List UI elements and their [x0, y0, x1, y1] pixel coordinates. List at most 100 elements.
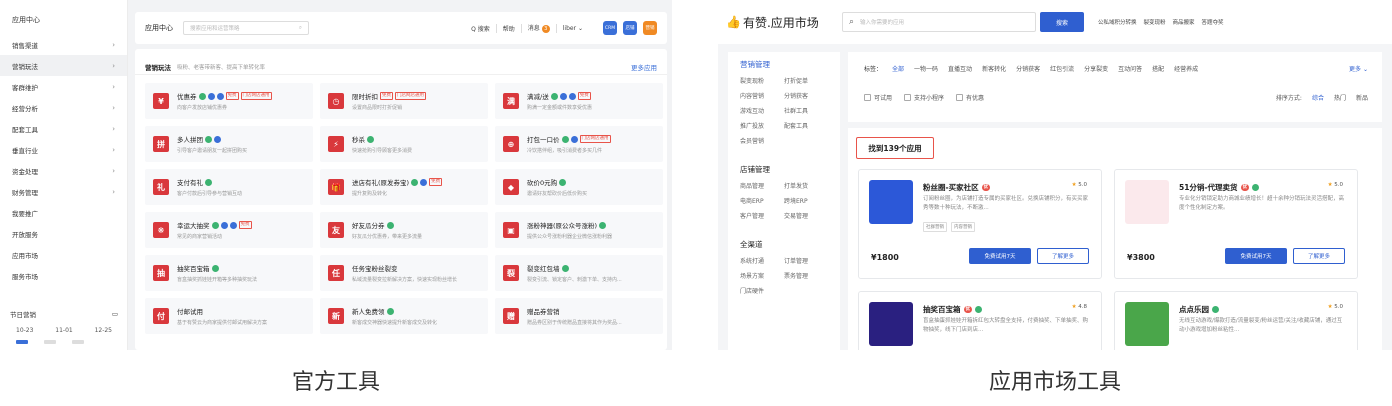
category-item[interactable]: 系统打通	[740, 256, 784, 265]
filter-checkbox[interactable]: 有优惠	[956, 93, 984, 102]
free-trial-button[interactable]: 免费试用7天	[1225, 248, 1287, 264]
user-menu[interactable]: liber ⌄	[563, 25, 583, 32]
festival-date[interactable]: 12-25	[95, 327, 112, 334]
sidebar-item[interactable]: 配套工具 ›	[0, 118, 127, 139]
app-card[interactable]: ▣ 涨粉神器(原公众号涨粉) 提供公众号涨粉利器企业微信涨粉利器	[495, 212, 663, 248]
tag-filter-option[interactable]: 新客转化	[982, 64, 1006, 73]
app-card[interactable]: 新新人免费领 新客成交神器快速提升新客成交及转化	[320, 298, 488, 334]
app-card[interactable]: ¥ 优惠券 免费 门店网店通用 向客户发放店铺优惠券	[145, 83, 313, 119]
category-item[interactable]: 票务管理	[784, 271, 828, 280]
more-tags-toggle[interactable]: 更多 ⌄	[1349, 64, 1368, 73]
messages-link[interactable]: 消息 3	[528, 23, 550, 33]
store-icon[interactable]: 店铺	[623, 21, 637, 35]
tag-filter-option[interactable]: 分销获客	[1016, 64, 1040, 73]
learn-more-button[interactable]: 了解更多	[1037, 248, 1089, 264]
app-card[interactable]: 付付邮试用 基于有赞云为商家提供付邮试用解决方案	[145, 298, 313, 334]
category-item[interactable]: 客户管理	[740, 211, 784, 220]
category-item[interactable]: 订单管理	[784, 256, 828, 265]
sidebar-item[interactable]: 销售渠道 ›	[0, 34, 127, 55]
category-item[interactable]: 社群工具	[784, 106, 828, 115]
category-title[interactable]: 全渠道	[740, 232, 840, 250]
category-item[interactable]: 裂变现粉	[740, 76, 784, 85]
tag-filter-option[interactable]: 分享裂变	[1084, 64, 1108, 73]
category-item[interactable]: 分销获客	[784, 91, 828, 100]
category-title[interactable]: 店铺管理	[740, 157, 840, 175]
category-title[interactable]: 营销管理	[740, 52, 840, 70]
app-card[interactable]: 抽抽奖百宝箱 盲盒抽奖抓娃娃开箱等多种抽奖玩法	[145, 255, 313, 291]
tag-filter-option[interactable]: 一物一码	[914, 64, 938, 73]
sidebar-item[interactable]: 财务管理 ›	[0, 181, 127, 202]
market-app-card[interactable]: 抽奖百宝箱优 ★ 4.8 盲盒抽蛋抓娃娃开箱拆红包大转盘全支持，付费抽奖、下单抽奖、…	[858, 291, 1102, 350]
category-item[interactable]: 打单发货	[784, 181, 828, 190]
category-item[interactable]: 推广投放	[740, 121, 784, 130]
category-item[interactable]: 游戏互动	[740, 106, 784, 115]
more-apps-link[interactable]: 更多应用	[631, 62, 657, 72]
sidebar-item[interactable]: 开放服务	[0, 223, 127, 244]
crm-icon[interactable]: CRM	[603, 21, 617, 35]
app-search-input[interactable]: 搜索应用和运营策略 ⌕	[183, 21, 309, 35]
sidebar-item[interactable]: 经营分析 ›	[0, 97, 127, 118]
tag-filter-option[interactable]: 互动问答	[1118, 64, 1142, 73]
tag-filter-option[interactable]: 全部	[892, 64, 904, 73]
app-card[interactable]: 满满减/送 免费 购满一定金额或件数享受优惠	[495, 83, 663, 119]
sidebar-item[interactable]: 资金处理 ›	[0, 160, 127, 181]
search-link[interactable]: Q 搜索	[471, 24, 490, 33]
app-card[interactable]: ◷ 限时折扣 免费 门店网店通用 设置商品限时打折促销	[320, 83, 488, 119]
festival-date[interactable]: 10-23	[16, 327, 33, 334]
category-item[interactable]: 内容营销	[740, 91, 784, 100]
sidebar-item[interactable]: 我要推广	[0, 202, 127, 223]
sidebar-item[interactable]: 垂直行业 ›	[0, 139, 127, 160]
app-card[interactable]: ⚡ 秒杀 快速抢购引导顾客更多消费	[320, 126, 488, 162]
help-link[interactable]: 帮助	[503, 24, 515, 33]
hot-search-link[interactable]: 答题夺奖	[1202, 18, 1224, 26]
app-card[interactable]: 赠赠品券营销 赠品券区别于传统赠品直接将其作为奖品...	[495, 298, 663, 334]
app-card[interactable]: 任任务宝粉丝裂变 私域流量裂变拉新解决方案，快速实现粉丝增长	[320, 255, 488, 291]
app-card[interactable]: 礼支付有礼 客户付款后引导参与营销互动	[145, 169, 313, 205]
sort-option[interactable]: 新品	[1356, 93, 1368, 102]
market-app-desc: 订阅粉丝圈，为店铺打造专属的买家社区。兑换店铺积分，有买买家秀等数十种玩法，不断…	[923, 196, 1089, 211]
tag-filter-option[interactable]: 直播互动	[948, 64, 972, 73]
learn-more-button[interactable]: 了解更多	[1293, 248, 1345, 264]
app-card[interactable]: ⊕ 打包一口价 门店网店通用 冷饮搭伴组，吸引消费者多买几件	[495, 126, 663, 162]
filter-checkbox[interactable]: 支持小程序	[904, 93, 944, 102]
market-app-card[interactable]: 51分销-代理卖货优 ★ 5.0 专业化分销锁定助力商城业绩增长！超十余种分销玩法灵…	[1114, 169, 1358, 279]
sidebar-item[interactable]: 营销玩法 ›	[0, 55, 127, 76]
tag-filter-option[interactable]: 搭配	[1152, 64, 1164, 73]
sidebar-item[interactable]: 服务市场	[0, 265, 127, 286]
app-card[interactable]: ◆ 砍价0元购 邀请好友帮砍价后低价购买	[495, 169, 663, 205]
app-card[interactable]: 拼多人拼团 引导客户邀请朋友一起拼团购买	[145, 126, 313, 162]
tag-filter-option[interactable]: 红包引流	[1050, 64, 1074, 73]
app-icon[interactable]: 营销	[643, 21, 657, 35]
market-app-card[interactable]: 粉丝圈-买家社区优 ★ 5.0 订阅粉丝圈，为店铺打造专属的买家社区。兑换店铺积分，…	[858, 169, 1102, 279]
sort-option[interactable]: 热门	[1334, 93, 1346, 102]
free-trial-button[interactable]: 免费试用7天	[969, 248, 1031, 264]
sort-option[interactable]: 综合	[1312, 93, 1324, 102]
category-item[interactable]: 交易管理	[784, 211, 828, 220]
app-card[interactable]: ❋ 幸运大抽奖 免费 常见的商家营销活动	[145, 212, 313, 248]
app-card[interactable]: 🎁 进店有礼(原发券宝) 免费 提升复购及转化	[320, 169, 488, 205]
hot-search-link[interactable]: 公私域积分转换	[1098, 18, 1137, 26]
category-item[interactable]: 门店硬件	[740, 286, 784, 295]
market-logo[interactable]: 👍 有赞.应用市场	[718, 14, 840, 31]
category-item[interactable]: 会员营销	[740, 136, 784, 145]
sidebar-item[interactable]: 应用市场	[0, 244, 127, 265]
hot-search-link[interactable]: 裂变现粉	[1144, 18, 1166, 26]
market-search-button[interactable]: 搜索	[1040, 12, 1084, 32]
category-item[interactable]: 场景方案	[740, 271, 784, 280]
festival-date[interactable]: 11-01	[55, 327, 72, 334]
category-item[interactable]: 商品管理	[740, 181, 784, 190]
sidebar-item[interactable]: 客群维护 ›	[0, 76, 127, 97]
paid-trial-icon: 付	[153, 308, 169, 324]
market-app-card[interactable]: 点点乐园 ★ 5.0 无线互动游戏/爆款打造/流量裂变/粉丝运营/关注/收藏店铺，通…	[1114, 291, 1358, 350]
category-item[interactable]: 跨境ERP	[784, 196, 828, 205]
hot-search-link[interactable]: 商品搬家	[1173, 18, 1195, 26]
category-item[interactable]: 打折促单	[784, 76, 828, 85]
market-search-input[interactable]: ⌕ 输入你需要的应用	[842, 12, 1036, 32]
calendar-icon[interactable]: ▭	[112, 310, 118, 318]
category-item[interactable]: 电商ERP	[740, 196, 784, 205]
app-card[interactable]: 友好友瓜分券 好友瓜分优惠券，带来更多流量	[320, 212, 488, 248]
tag-filter-option[interactable]: 经营养成	[1174, 64, 1198, 73]
app-card[interactable]: 裂裂变红包墙 裂变引流、锁定客户、刺激下单、支持内...	[495, 255, 663, 291]
filter-checkbox[interactable]: 可试用	[864, 93, 892, 102]
category-item[interactable]: 配套工具	[784, 121, 828, 130]
